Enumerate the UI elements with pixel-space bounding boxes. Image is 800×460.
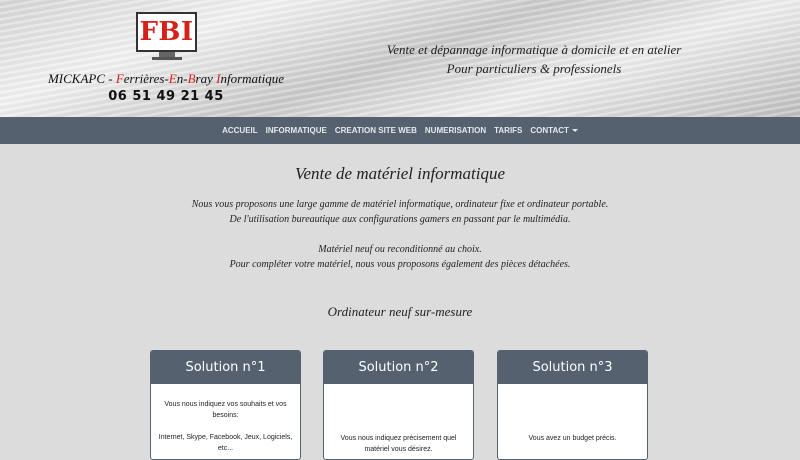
- nav-numerisation[interactable]: NUMERISATION: [425, 126, 486, 135]
- section-subtitle: Ordinateur neuf sur-mesure: [327, 304, 473, 319]
- card-text-line: Vous avez un budget précis.: [528, 435, 617, 442]
- company-word-ferrieres: errières-: [123, 71, 169, 86]
- card-spacer: [155, 421, 296, 432]
- nav-creation-site-web[interactable]: CREATION SITE WEB: [335, 126, 417, 135]
- card-text-line: Vous nous indiquez précisement quel: [340, 435, 457, 442]
- tagline-line-2: Pour particuliers & professionels: [446, 61, 622, 76]
- tagline-line-1: Vente et dépannage informatique à domici…: [386, 42, 682, 57]
- main-navbar: ACCUEIL INFORMATIQUE CREATION SITE WEB N…: [0, 117, 800, 144]
- card-text-line: etc...: [217, 445, 234, 452]
- tagline: Vente et dépannage informatique à domici…: [360, 40, 708, 78]
- phone-number[interactable]: 06 51 49 21 45: [60, 89, 272, 104]
- company-initial-f: F: [115, 71, 124, 86]
- card-text-line: Vous nous indiquez vos souhaits et vos: [164, 401, 287, 408]
- card-description: Vous nous indiquez précisement quel maté…: [324, 433, 473, 455]
- intro-line-1: Nous vous proposons une large gamme de m…: [191, 199, 609, 210]
- solution-card-2[interactable]: Solution n°2 Vous nous indiquez précisem…: [323, 350, 474, 460]
- company-word-bray: ray: [195, 71, 217, 86]
- card-title: Solution n°1: [151, 351, 300, 384]
- intro-line-4: Pour compléter votre matériel, nous vous…: [229, 259, 571, 270]
- card-text-line: besoins:: [212, 412, 239, 419]
- card-title: Solution n°2: [324, 351, 473, 384]
- logo-text: FBI: [139, 17, 194, 47]
- card-description: Vous avez un budget précis.: [498, 433, 647, 444]
- card-description: Vous nous indiquez vos souhaits et vos b…: [151, 399, 300, 454]
- card-title: Solution n°3: [498, 351, 647, 384]
- company-word-informatique: nformatique: [220, 71, 285, 86]
- company-initial-b: B: [187, 71, 196, 86]
- company-word-en: n-: [176, 71, 188, 86]
- nav-contact-label: CONTACT: [530, 126, 569, 135]
- nav-accueil[interactable]: ACCUEIL: [222, 126, 258, 135]
- intro-line-3: Matériel neuf ou reconditionné au choix.: [318, 244, 482, 255]
- caret-down-icon: [571, 129, 578, 133]
- nav-tarifs[interactable]: TARIFS: [494, 126, 522, 135]
- intro-line-2: De l'utilisation bureautique aux configu…: [229, 214, 571, 225]
- intro-paragraph-2: Matériel neuf ou reconditionné au choix.…: [0, 242, 800, 272]
- nav-contact-dropdown[interactable]: CONTACT: [530, 126, 578, 135]
- logo-monitor-base: [152, 57, 182, 60]
- fbi-logo[interactable]: FBI: [136, 12, 197, 52]
- solution-card-3[interactable]: Solution n°3 Vous avez un budget précis.: [497, 350, 648, 460]
- intro-paragraph-1: Nous vous proposons une large gamme de m…: [0, 197, 800, 227]
- company-initial-e: E: [168, 71, 177, 86]
- company-prefix: MICKAPC -: [47, 71, 116, 86]
- nav-informatique[interactable]: INFORMATIQUE: [266, 126, 327, 135]
- card-text-line: Internet, Skype, Facebook, Jeux, Logicie…: [158, 434, 293, 441]
- company-name: MICKAPC - Ferrières-En-Bray Informatique: [40, 71, 292, 87]
- page-title: Vente de matériel informatique: [294, 164, 506, 183]
- solution-card-1[interactable]: Solution n°1 Vous nous indiquez vos souh…: [150, 350, 301, 460]
